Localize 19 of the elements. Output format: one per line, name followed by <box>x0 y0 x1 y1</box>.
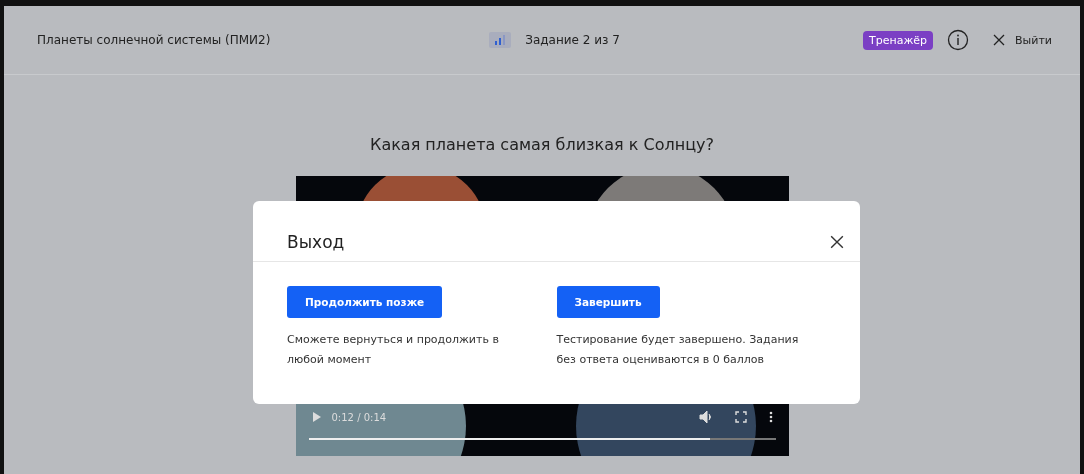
test-title: Планеты солнечной системы (ПМИ2) <box>37 33 271 47</box>
close-icon[interactable] <box>830 235 844 249</box>
play-icon[interactable] <box>311 411 322 423</box>
question-text: Какая планета самая близкая к Солнцу? <box>370 135 714 154</box>
more-icon[interactable] <box>768 411 773 423</box>
dialog-button[interactable]: Продолжить позже <box>287 286 443 318</box>
option-description: Сможете вернуться и продолжить в любой момент <box>287 332 500 368</box>
fullscreen-icon[interactable] <box>734 411 747 423</box>
close-icon <box>993 34 1006 46</box>
task-counter: Задание 2 из 7 <box>525 33 620 47</box>
video-time: 0:12 / 0:14 <box>331 411 387 423</box>
volume-icon[interactable] <box>698 410 713 424</box>
info-icon[interactable] <box>947 29 970 51</box>
dialog-button[interactable]: Завершить <box>556 286 660 318</box>
bar-chart-icon <box>489 32 512 48</box>
dialog-title: Выход <box>287 232 345 252</box>
exit-button[interactable]: Выйти <box>993 33 1052 47</box>
option-description: Тестирование будет завершено. Задания без ответа оцениваются в 0 баллов <box>556 332 800 368</box>
mode-badge: Тренажёр <box>863 30 934 50</box>
